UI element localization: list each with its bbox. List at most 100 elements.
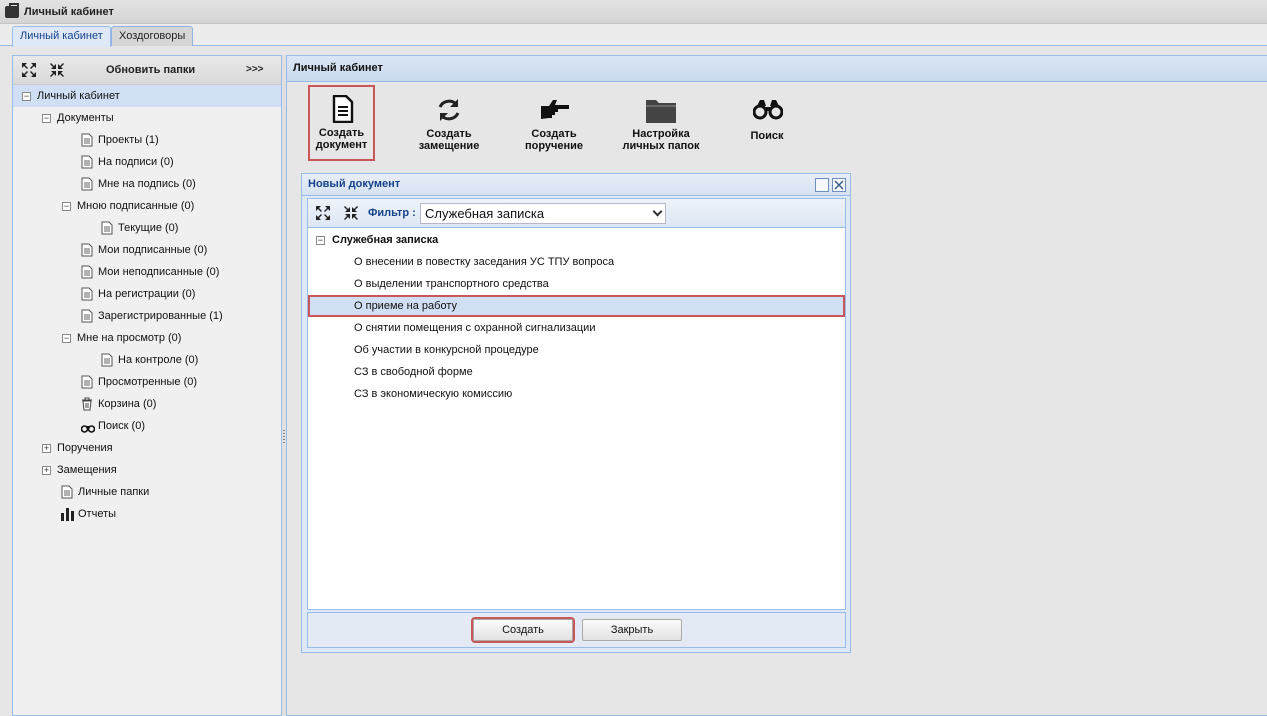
- expand-all-icon[interactable]: [315, 205, 331, 221]
- document-icon: [81, 133, 93, 147]
- tree-item-label: Отчеты: [78, 508, 117, 520]
- close-button[interactable]: Закрыть: [582, 619, 682, 641]
- dialog-header: Новый документ: [302, 174, 850, 196]
- create-document-label-1: Создать: [318, 127, 365, 139]
- trash-icon: [81, 397, 93, 411]
- create-assignment-label-2: поручение: [524, 140, 584, 152]
- tree-item[interactable]: Поиск (0): [13, 415, 281, 437]
- tab-contracts[interactable]: Хоздоговоры: [111, 26, 194, 46]
- document-icon: [61, 485, 73, 499]
- document-type-item[interactable]: О внесении в повестку заседания УС ТПУ в…: [308, 251, 845, 273]
- tree-item[interactable]: Зарегистрированные (1): [13, 305, 281, 327]
- collapse-all-icon[interactable]: [49, 62, 65, 78]
- collapse-toggle-icon[interactable]: −: [62, 202, 71, 211]
- create-button[interactable]: Создать: [473, 619, 573, 641]
- expand-toggle-icon[interactable]: +: [42, 444, 51, 453]
- group-label: Служебная записка: [332, 234, 439, 246]
- filter-toolbar: Фильтр : Служебная записка: [308, 199, 845, 228]
- tree-item[interactable]: На контроле (0): [13, 349, 281, 371]
- tree-item[interactable]: Мои неподписанные (0): [13, 261, 281, 283]
- collapse-toggle-icon[interactable]: −: [62, 334, 71, 343]
- tree-item[interactable]: На подписи (0): [13, 151, 281, 173]
- pointing-hand-icon: [541, 100, 569, 119]
- tree-item[interactable]: Отчеты: [13, 503, 281, 525]
- tree-item-label: На контроле (0): [118, 354, 199, 366]
- document-icon: [81, 265, 93, 279]
- tree-item-label: На регистрации (0): [98, 288, 196, 300]
- document-type-item[interactable]: СЗ в экономическую комиссию: [308, 383, 845, 405]
- document-icon: [81, 155, 93, 169]
- binoculars-icon: [753, 100, 783, 120]
- create-substitution-label-1: Создать: [426, 128, 472, 140]
- tree-item-label: Корзина (0): [98, 398, 157, 410]
- collapse-toggle-icon[interactable]: −: [22, 92, 31, 101]
- tree-item[interactable]: − Документы: [13, 107, 281, 129]
- close-icon[interactable]: [832, 178, 846, 192]
- document-icon: [332, 95, 354, 123]
- create-document-button[interactable]: Создать документ: [308, 85, 375, 161]
- refresh-folders-button[interactable]: Обновить папки: [106, 64, 195, 76]
- document-icon: [81, 177, 93, 191]
- tree-item[interactable]: + Замещения: [13, 459, 281, 481]
- folder-panel: Обновить папки >>> − Личный кабинет − Докум…: [12, 55, 282, 716]
- bar-chart-icon: [61, 507, 74, 521]
- maximize-icon[interactable]: [815, 178, 829, 192]
- tree-item[interactable]: Мне на подпись (0): [13, 173, 281, 195]
- document-icon: [101, 353, 113, 367]
- tree-item-label: Текущие (0): [118, 222, 179, 234]
- tree-item[interactable]: Текущие (0): [13, 217, 281, 239]
- document-type-item[interactable]: О выделении транспортного средства: [308, 273, 845, 295]
- document-type-panel: Фильтр : Служебная записка − Служебная з…: [307, 198, 846, 610]
- filter-value: Служебная записка: [425, 206, 545, 221]
- expand-toggle-icon[interactable]: +: [42, 466, 51, 475]
- tree-item[interactable]: − Мною подписанные (0): [13, 195, 281, 217]
- folder-settings-button[interactable]: Настройка личных папок: [616, 86, 706, 158]
- tree-item[interactable]: − Мне на просмотр (0): [13, 327, 281, 349]
- tree-item[interactable]: − Личный кабинет: [13, 85, 281, 107]
- document-type-label: О приеме на работу: [354, 300, 458, 312]
- tree-item-label: Проекты (1): [98, 134, 159, 146]
- tree-item[interactable]: Корзина (0): [13, 393, 281, 415]
- dialog-button-bar: Создать Закрыть: [307, 612, 846, 648]
- document-icon: [81, 243, 93, 257]
- tree-item[interactable]: Личные папки: [13, 481, 281, 503]
- create-assignment-label-1: Создать: [531, 128, 577, 140]
- document-type-label: О выделении транспортного средства: [354, 278, 549, 290]
- filter-combobox[interactable]: Служебная записка: [420, 203, 666, 224]
- collapse-all-icon[interactable]: [343, 205, 359, 221]
- create-assignment-button[interactable]: Создать поручение: [509, 86, 599, 158]
- expand-panel-button[interactable]: >>>: [246, 64, 264, 75]
- search-label: Поиск: [750, 130, 784, 142]
- tree-item-label: Личные папки: [78, 486, 150, 498]
- tree-item[interactable]: Просмотренные (0): [13, 371, 281, 393]
- search-button[interactable]: Поиск: [722, 86, 812, 158]
- expand-all-icon[interactable]: [21, 62, 37, 78]
- document-type-item[interactable]: СЗ в свободной форме: [308, 361, 845, 383]
- collapse-toggle-icon[interactable]: −: [316, 236, 325, 245]
- main-panel-title: Личный кабинет: [293, 62, 383, 74]
- tree-item-label: Мною подписанные (0): [77, 200, 195, 212]
- binoculars-icon: [80, 419, 96, 433]
- document-icon: [81, 287, 93, 301]
- tree-item-label: Замещения: [57, 464, 117, 476]
- tree-item-label: Мои неподписанные (0): [98, 266, 220, 278]
- briefcase-icon: [5, 2, 19, 18]
- collapse-toggle-icon[interactable]: −: [42, 114, 51, 123]
- tree-item[interactable]: Проекты (1): [13, 129, 281, 151]
- create-substitution-button[interactable]: Создать замещение: [404, 86, 494, 158]
- app-title: Личный кабинет: [24, 5, 114, 18]
- tree-item-label: Мне на просмотр (0): [77, 332, 182, 344]
- document-type-item[interactable]: О снятии помещения с охранной сигнализац…: [308, 317, 845, 339]
- chevron-down-icon[interactable]: [652, 206, 663, 217]
- tree-item[interactable]: + Поручения: [13, 437, 281, 459]
- tab-personal-cabinet[interactable]: Личный кабинет: [12, 26, 111, 47]
- tree-item[interactable]: На регистрации (0): [13, 283, 281, 305]
- document-type-label: Об участии в конкурсной процедуре: [354, 344, 539, 356]
- document-type-item[interactable]: Об участии в конкурсной процедуре: [308, 339, 845, 361]
- tree-item[interactable]: Мои подписанные (0): [13, 239, 281, 261]
- document-type-item[interactable]: О приеме на работу: [308, 295, 845, 317]
- new-document-dialog: Новый документ Фильтр : Служебная записк…: [301, 173, 851, 653]
- group-row[interactable]: − Служебная записка: [308, 229, 845, 251]
- tree-item-label: Зарегистрированные (1): [98, 310, 223, 322]
- app-titlebar: Личный кабинет: [0, 0, 1267, 24]
